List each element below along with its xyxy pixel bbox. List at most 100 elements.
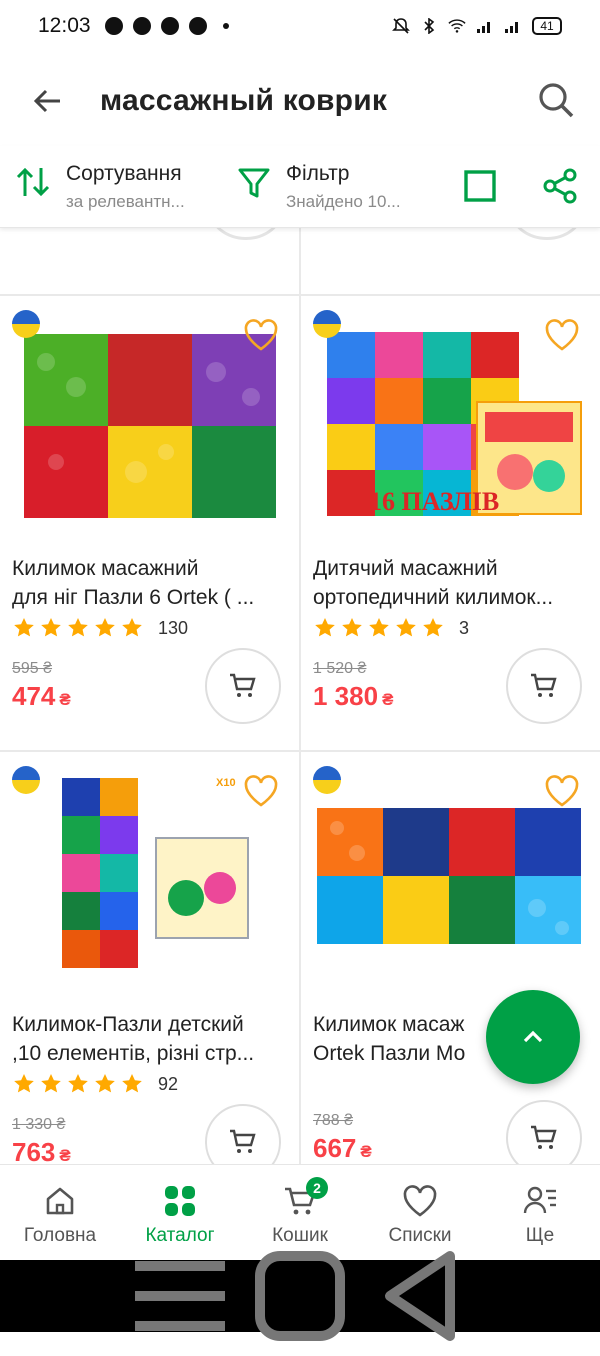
back-triangle-icon[interactable] bbox=[360, 1236, 480, 1356]
more-notifications-icon bbox=[222, 23, 229, 29]
system-navigation-bar bbox=[0, 1251, 600, 1341]
ukraine-flag-icon bbox=[12, 766, 40, 794]
cart-icon bbox=[531, 673, 557, 697]
cart-button-partial[interactable] bbox=[210, 228, 282, 240]
price: 667 ₴ bbox=[313, 1133, 372, 1163]
star-icon bbox=[342, 618, 362, 637]
add-to-cart-button[interactable] bbox=[205, 648, 281, 724]
bluetooth-icon bbox=[424, 18, 435, 34]
previous-row-partial bbox=[0, 228, 600, 294]
heart-icon[interactable] bbox=[243, 318, 279, 352]
back-button[interactable] bbox=[26, 79, 70, 123]
sort-filter-bar: Сортування за релевантн... Фільтр Знайде… bbox=[0, 146, 600, 228]
home-icon bbox=[46, 1187, 74, 1215]
review-count: 92 bbox=[158, 1073, 179, 1094]
add-to-cart-button[interactable] bbox=[506, 1100, 582, 1164]
heart-icon bbox=[403, 1185, 437, 1217]
status-bar: 12:03 41 bbox=[0, 0, 600, 52]
rating-stars bbox=[12, 1072, 144, 1096]
sort-button[interactable]: Сортування за релевантн... bbox=[14, 162, 214, 212]
star-icon bbox=[14, 1074, 34, 1093]
sort-icon bbox=[16, 167, 50, 197]
star-icon bbox=[41, 618, 61, 637]
search-icon bbox=[539, 83, 574, 118]
image-label: X10 bbox=[216, 777, 236, 789]
star-icon bbox=[396, 618, 416, 637]
sort-label: Сортування bbox=[66, 162, 182, 185]
product-card[interactable]: Килимок масажний для ніг Пазли 6 Ortek (… bbox=[0, 296, 299, 750]
ukraine-flag-icon bbox=[12, 310, 40, 338]
heart-icon[interactable] bbox=[544, 774, 580, 808]
cart-badge: 2 bbox=[306, 1177, 328, 1199]
star-icon bbox=[423, 618, 443, 637]
battery-indicator: 41 bbox=[532, 17, 562, 35]
product-rating: 92 bbox=[12, 1072, 178, 1096]
recent-apps-icon[interactable] bbox=[120, 1236, 240, 1356]
star-icon bbox=[95, 618, 115, 637]
rating-stars bbox=[313, 616, 445, 640]
scroll-to-top-button[interactable] bbox=[486, 990, 580, 1084]
product-title[interactable]: Килимок масажний для ніг Пазли 6 Ortek (… bbox=[12, 554, 292, 612]
old-price: 1 330 ₴ bbox=[12, 1116, 66, 1133]
price: 1 380 ₴ bbox=[313, 681, 394, 711]
mute-icon bbox=[392, 18, 410, 34]
cart-button-partial[interactable] bbox=[511, 228, 583, 240]
filter-button[interactable]: Фільтр Знайдено 10... bbox=[236, 162, 436, 212]
notification-icons bbox=[104, 17, 229, 35]
arrow-left-icon bbox=[33, 89, 60, 113]
product-card[interactable]: 16 ПАЗЛІВ Дитячий масажний ортопедичний … bbox=[301, 296, 600, 750]
star-icon bbox=[14, 618, 34, 637]
search-button[interactable] bbox=[534, 78, 578, 122]
star-icon bbox=[68, 1074, 88, 1093]
star-icon bbox=[68, 618, 88, 637]
review-count: 3 bbox=[459, 617, 470, 638]
old-price: 788 ₴ bbox=[313, 1112, 354, 1129]
telegram-icon bbox=[132, 17, 151, 35]
facebook-icon bbox=[188, 17, 207, 35]
star-icon bbox=[315, 618, 335, 637]
add-to-cart-button[interactable] bbox=[506, 648, 582, 724]
review-count: 130 bbox=[158, 617, 189, 638]
search-query[interactable]: массажный коврик bbox=[100, 84, 387, 118]
cart-icon bbox=[230, 673, 256, 697]
nav-home[interactable]: Головна bbox=[0, 1165, 120, 1260]
more-icon bbox=[523, 1186, 556, 1214]
cart-icon bbox=[230, 1129, 256, 1153]
home-button-icon[interactable] bbox=[240, 1236, 360, 1356]
product-card[interactable]: X10 Килимок-Пазли детский ,10 елементів,… bbox=[0, 752, 299, 1164]
status-time: 12:03 bbox=[38, 14, 91, 37]
filter-label: Фільтр bbox=[286, 162, 350, 185]
heart-icon[interactable] bbox=[243, 774, 279, 808]
ukraine-flag-icon bbox=[313, 766, 341, 794]
filter-icon bbox=[238, 168, 270, 198]
product-rating: 130 bbox=[12, 616, 188, 640]
sort-value: за релевантн... bbox=[66, 192, 185, 211]
catalog-icon bbox=[165, 1186, 195, 1216]
old-price: 595 ₴ bbox=[12, 660, 53, 677]
product-title[interactable]: Килимок-Пазли детский ,10 елементів, різ… bbox=[12, 1010, 292, 1068]
star-icon bbox=[41, 1074, 61, 1093]
star-icon bbox=[369, 618, 389, 637]
star-icon bbox=[122, 1074, 142, 1093]
star-icon bbox=[95, 1074, 115, 1093]
image-label: 16 ПАЗЛІВ bbox=[369, 487, 499, 516]
share-icon[interactable] bbox=[540, 166, 580, 206]
cart-icon bbox=[531, 1125, 557, 1149]
product-title[interactable]: Дитячий масажний ортопедичний килимок... bbox=[313, 554, 593, 612]
viber-icon bbox=[104, 17, 123, 35]
product-card[interactable]: Килимок масаж Ortek Пазли Мо 788 ₴ 667 ₴ bbox=[301, 752, 600, 1164]
filter-value: Знайдено 10... bbox=[286, 192, 401, 211]
search-header: массажный коврик bbox=[0, 56, 600, 146]
add-to-cart-button[interactable] bbox=[205, 1104, 281, 1164]
nav-more[interactable]: Ще bbox=[480, 1165, 600, 1260]
heart-icon[interactable] bbox=[544, 318, 580, 352]
star-icon bbox=[122, 618, 142, 637]
chevron-up-icon bbox=[523, 1030, 543, 1043]
view-toggle-icon[interactable] bbox=[462, 168, 498, 204]
price: 474 ₴ bbox=[12, 681, 71, 711]
wifi-icon bbox=[448, 19, 466, 33]
signal-icon-2 bbox=[505, 22, 518, 33]
product-rating: 3 bbox=[313, 616, 469, 640]
old-price: 1 520 ₴ bbox=[313, 660, 367, 677]
rating-stars bbox=[12, 616, 144, 640]
